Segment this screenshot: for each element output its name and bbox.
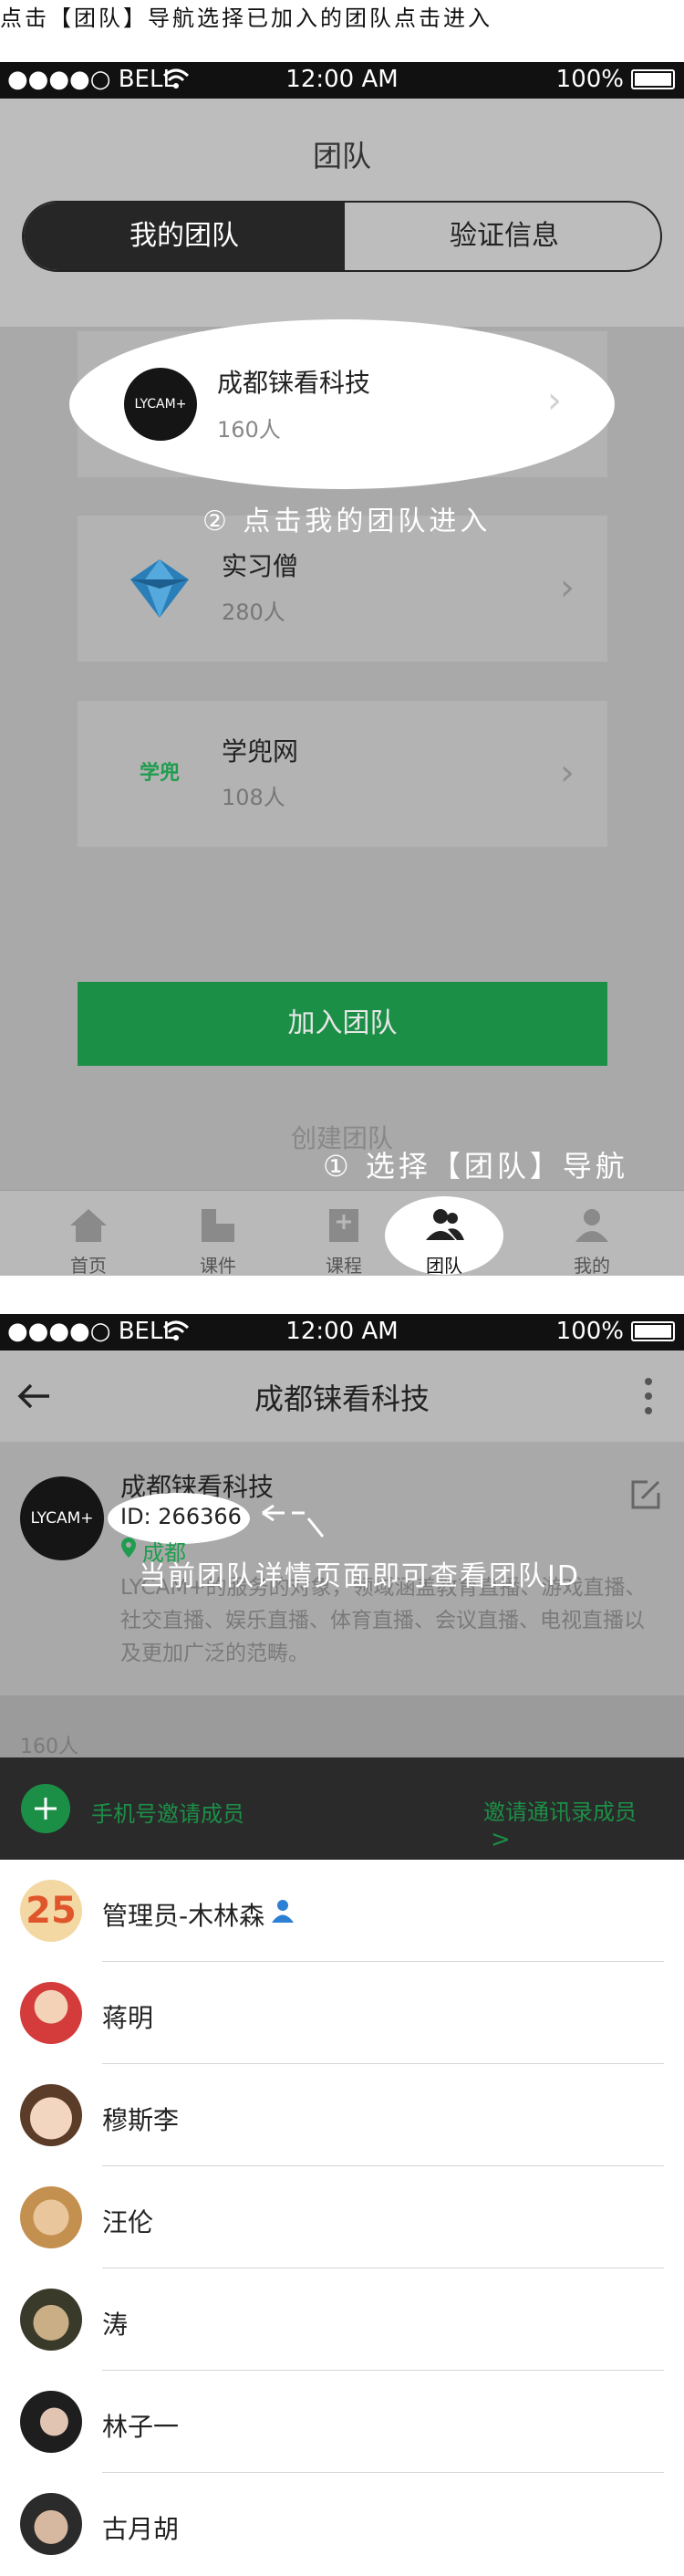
member-row[interactable]: 林子一: [0, 2371, 684, 2473]
member-row[interactable]: 蒋明: [0, 1962, 684, 2064]
member-name: 古月胡: [102, 2514, 180, 2544]
tab-bar: 首页 课件 课程 团队 我的: [0, 1190, 684, 1277]
battery-icon: [631, 1321, 675, 1341]
member-name: 林子一: [102, 2412, 180, 2442]
team-id: ID: 266366: [120, 1504, 242, 1529]
team-icon: [426, 1209, 464, 1240]
member-avatar: [20, 2186, 82, 2248]
nav-bar: 成都铼看科技: [0, 1351, 684, 1442]
profile-icon: [575, 1209, 608, 1242]
join-team-button[interactable]: 加入团队: [78, 982, 607, 1066]
more-vertical-icon[interactable]: [642, 1376, 655, 1416]
team-logo-shixiseng: [130, 559, 189, 618]
admin-badge-icon: [272, 1900, 294, 1923]
wifi-icon: [162, 68, 190, 89]
plus-circle-icon: [21, 1784, 70, 1833]
team-logo-xuedou: 学兜: [139, 762, 180, 785]
member-avatar: 25: [20, 1880, 82, 1942]
member-name: 汪伦: [102, 2207, 154, 2237]
member-list: 25 管理员-木林森 蒋明 穆斯李 汪伦 涛 林子一 古月胡: [0, 1860, 684, 2576]
chevron-right-icon: ›: [560, 752, 575, 794]
tab-label: 我的: [574, 1255, 610, 1277]
invite-contacts-label: 邀请通讯录成员: [483, 1799, 637, 1825]
member-row[interactable]: 25 管理员-木林森: [0, 1860, 684, 1962]
invite-contacts-button[interactable]: 邀请通讯录成员 >: [483, 1794, 666, 1853]
team-name: 实习僧: [222, 551, 299, 581]
team-count-highlight: 160人: [217, 417, 281, 443]
tab-label: 团队: [426, 1255, 462, 1277]
invite-phone-button[interactable]: 手机号邀请成员: [20, 1781, 348, 1836]
invite-bar: 手机号邀请成员 邀请通讯录成员 >: [0, 1757, 684, 1860]
team-member-count: 280人: [222, 600, 285, 625]
team-card-xuedou[interactable]: 学兜 学兜网 108人 ›: [78, 701, 607, 847]
tab-verification[interactable]: 验证信息: [345, 203, 660, 270]
team-member-count: 108人: [222, 785, 285, 810]
member-avatar: [20, 2493, 82, 2555]
member-avatar: [20, 2289, 82, 2351]
member-row[interactable]: 古月胡: [0, 2473, 684, 2575]
arrow-annotation-icon: [262, 1504, 325, 1538]
battery-icon: [631, 69, 675, 89]
member-row[interactable]: 穆斯李: [0, 2064, 684, 2166]
edit-icon[interactable]: [629, 1478, 662, 1511]
annotation-step-2: ② 点击我的团队进入: [202, 506, 492, 537]
member-avatar: [20, 1982, 82, 2044]
tab-label: 首页: [70, 1255, 107, 1277]
team-name: 学兜网: [222, 736, 299, 767]
member-count: 160人: [20, 1736, 78, 1758]
member-avatar: [20, 2391, 82, 2453]
tab-my-teams[interactable]: 我的团队: [24, 203, 345, 270]
nav-title: 成都铼看科技: [254, 1382, 430, 1416]
segment-control: 我的团队 验证信息: [22, 201, 662, 272]
battery-label: 100%: [555, 66, 624, 93]
status-bar: ●●●●○ BELL 12:00 AM 100%: [0, 1314, 684, 1351]
status-bar: ●●●●○ BELL 12:00 AM 100%: [0, 62, 684, 99]
course-icon: [329, 1209, 358, 1242]
member-name: 蒋明: [102, 2003, 154, 2033]
top-caption: 点击【团队】导航选择已加入的团队点击进入: [0, 5, 492, 31]
member-row[interactable]: 汪伦: [0, 2166, 684, 2268]
member-row[interactable]: 涛: [0, 2268, 684, 2371]
tab-mine[interactable]: 我的: [523, 1200, 660, 1277]
courseware-icon: [202, 1209, 234, 1242]
tab-home[interactable]: 首页: [20, 1200, 157, 1277]
member-name: 管理员-木林森: [102, 1901, 265, 1931]
screen-team-list: ●●●●○ BELL 12:00 AM 100% 团队 我的团队 验证信息 LY…: [0, 62, 684, 1277]
tab-team[interactable]: 团队: [376, 1200, 513, 1277]
chevron-right-icon: >: [491, 1826, 511, 1853]
team-avatar: LYCAM+: [20, 1476, 104, 1560]
annotation-step-1: ① 选择【团队】导航: [323, 1149, 628, 1184]
member-name: 穆斯李: [102, 2105, 180, 2135]
tab-courseware[interactable]: 课件: [150, 1200, 286, 1277]
invite-phone-label: 手机号邀请成员: [91, 1801, 244, 1827]
chevron-right-icon: ›: [560, 567, 575, 609]
team-name-highlight[interactable]: 成都铼看科技: [217, 363, 370, 400]
home-icon: [70, 1209, 107, 1242]
location-pin-icon: [121, 1538, 136, 1558]
chevron-right-icon: ›: [547, 380, 562, 422]
member-name: 涛: [102, 2310, 129, 2340]
wifi-icon: [162, 1320, 190, 1340]
annotation-team-id: 当前团队详情页面即可查看团队ID: [139, 1560, 580, 1592]
screen-team-detail: ●●●●○ BELL 12:00 AM 100% 成都铼看科技 LYCAM+ 成…: [0, 1314, 684, 2576]
member-avatar: [20, 2084, 82, 2146]
team-logo-lycam-highlight: LYCAM+: [124, 368, 197, 441]
page-title: 团队: [312, 139, 371, 173]
tab-label: 课件: [200, 1255, 236, 1277]
battery-label: 100%: [555, 1318, 624, 1345]
